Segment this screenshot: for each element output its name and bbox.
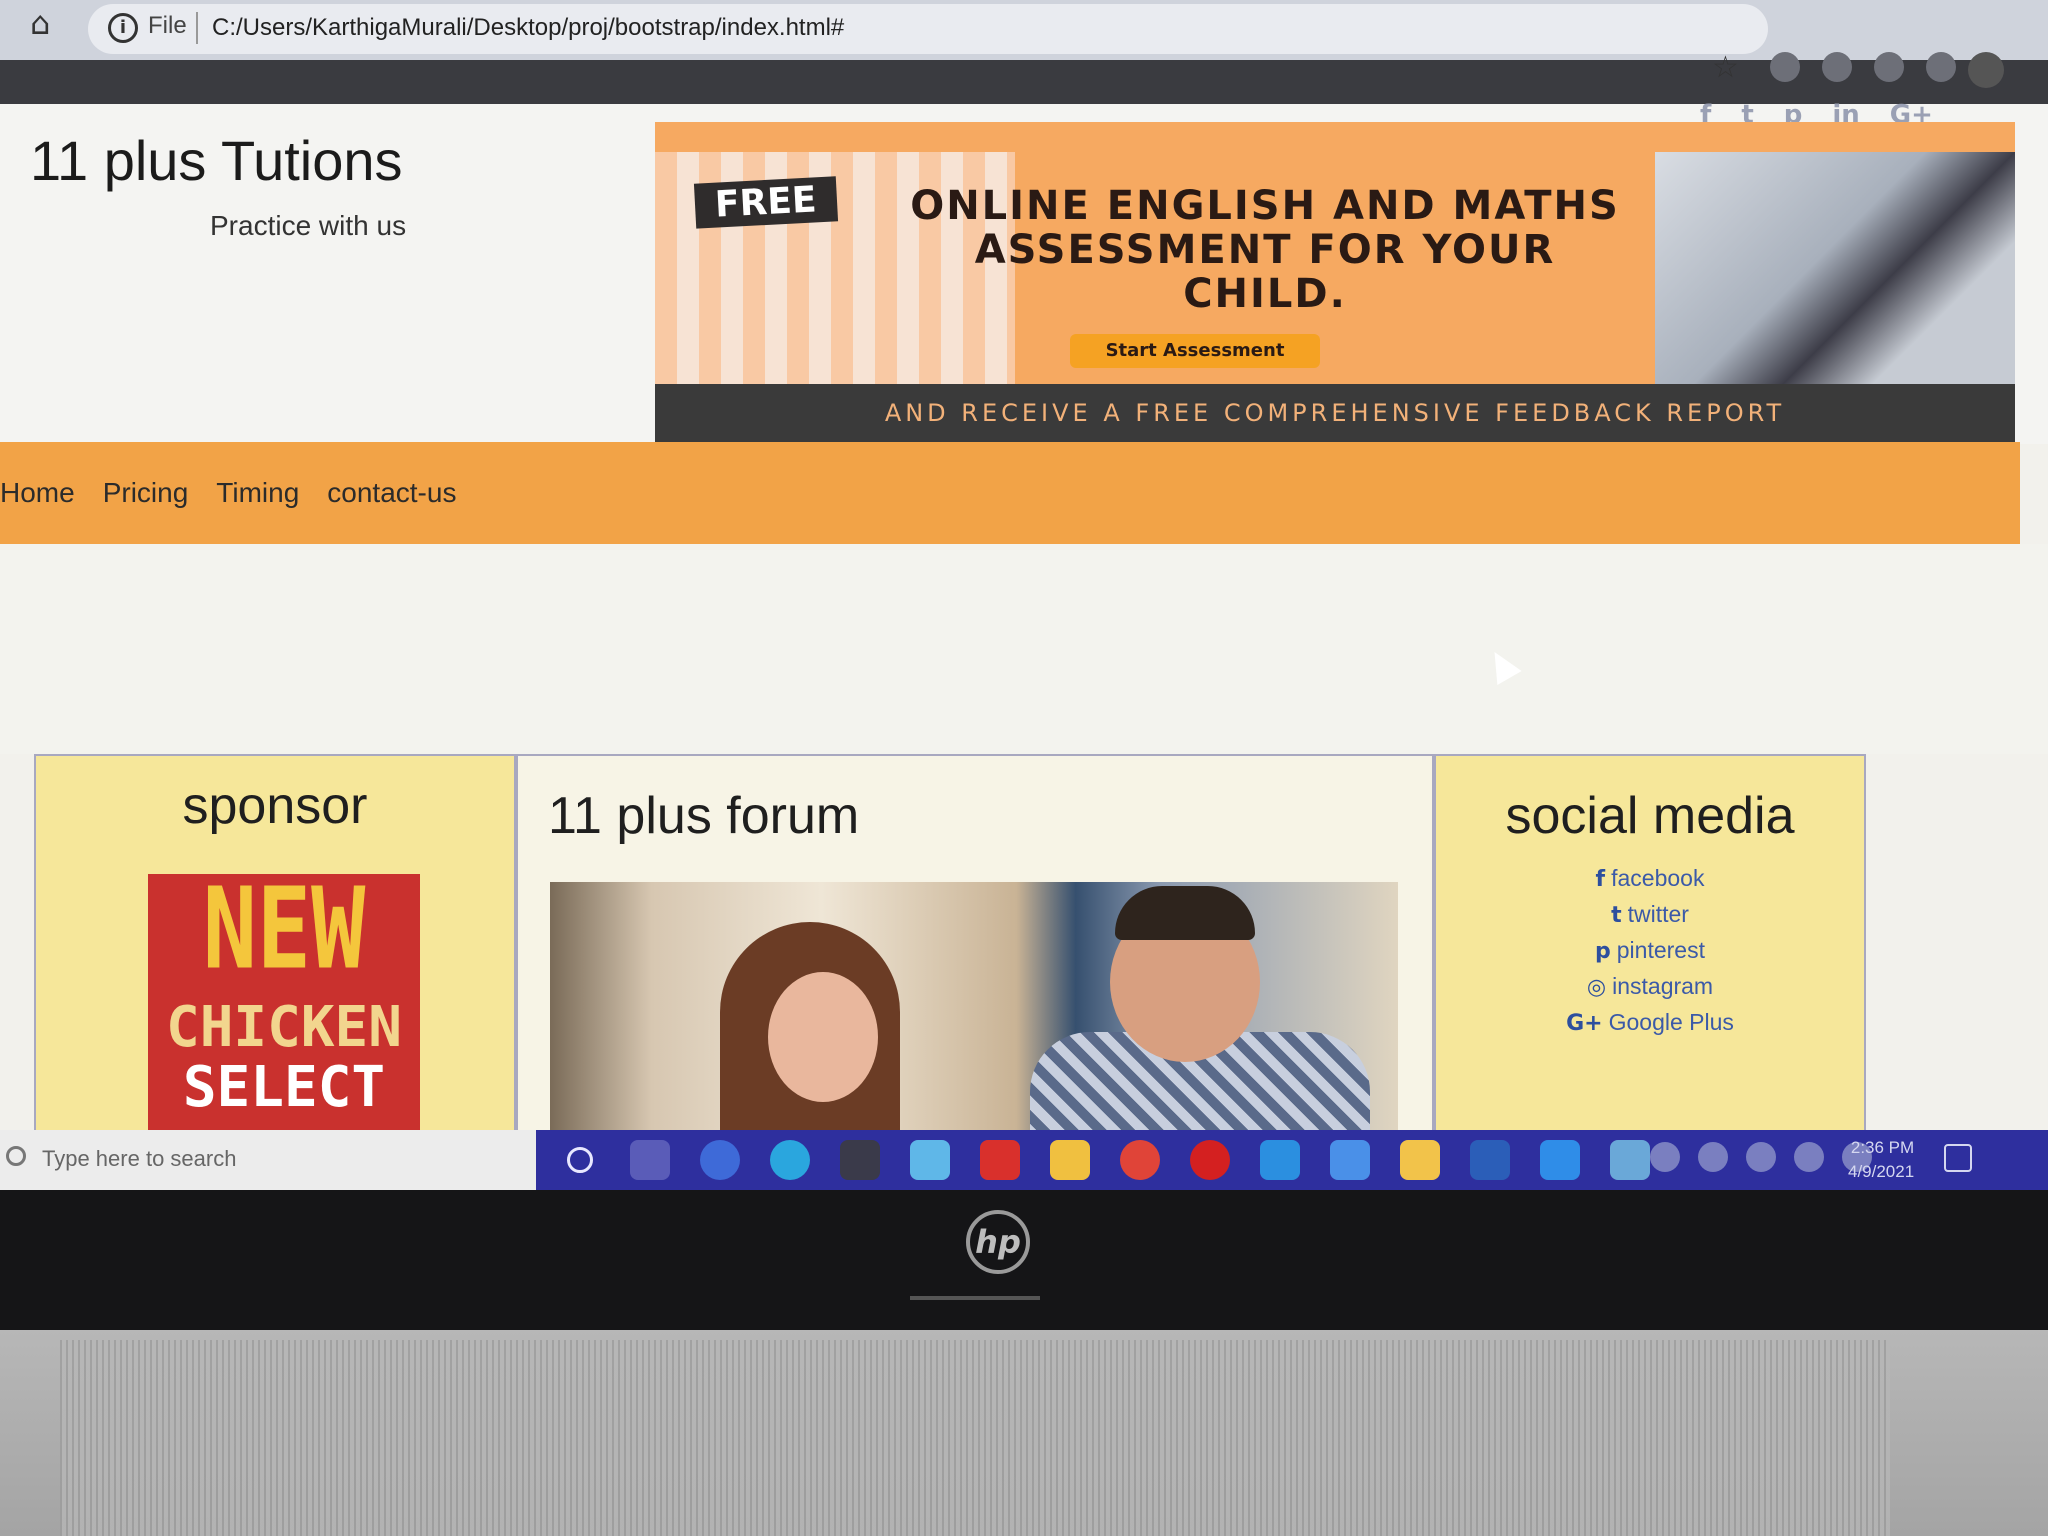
nav-pricing[interactable]: Pricing <box>103 477 189 509</box>
banner-headline: ONLINE ENGLISH AND MATHS ASSESSMENT FOR … <box>910 183 1620 317</box>
social-link-label: Google Plus <box>1608 1009 1734 1035</box>
app-icon[interactable] <box>910 1140 950 1180</box>
url-text[interactable]: C:/Users/KarthigaMurali/Desktop/proj/boo… <box>212 14 844 42</box>
clock-date: 4/9/2021 <box>1848 1162 1915 1181</box>
site-topbar <box>0 60 2048 104</box>
network-app-icon[interactable] <box>1260 1140 1300 1180</box>
taskbar-apps <box>560 1140 1650 1180</box>
promo-banner[interactable]: FREE ONLINE ENGLISH AND MATHS ASSESSMENT… <box>655 122 2015 442</box>
sponsor-ad-image[interactable]: NEW CHICKEN SELECT <box>148 869 420 1132</box>
bookmark-star-icon[interactable]: ☆ <box>1712 50 1739 85</box>
social-link-instagram[interactable]: ◎ instagram <box>1436 968 1864 1004</box>
bezel-hinge <box>910 1296 1040 1300</box>
photo: ⌂ i File C:/Users/KarthigaMurali/Desktop… <box>0 0 2048 1536</box>
notification-icon[interactable] <box>1944 1144 1972 1172</box>
address-bar[interactable]: i File C:/Users/KarthigaMurali/Desktop/p… <box>88 4 1768 54</box>
search-icon <box>6 1146 26 1166</box>
laptop-screen: ⌂ i File C:/Users/KarthigaMurali/Desktop… <box>0 0 2048 1190</box>
help-icon[interactable] <box>1650 1142 1680 1172</box>
banner-footer-strip: AND RECEIVE A FREE COMPREHENSIVE FEEDBAC… <box>655 384 2015 442</box>
extension-icon[interactable] <box>1822 52 1852 82</box>
extension-icon[interactable] <box>1874 52 1904 82</box>
profile-icon[interactable] <box>1968 52 2004 88</box>
site-subtitle: Practice with us <box>210 210 407 241</box>
facebook-icon: f <box>1595 867 1606 892</box>
zoom-icon[interactable] <box>1330 1140 1370 1180</box>
ad-text-chicken: CHICKEN <box>165 995 402 1060</box>
file-label: File <box>148 12 187 39</box>
info-icon[interactable]: i <box>108 13 138 43</box>
forum-image-girl-face <box>768 972 878 1102</box>
social-link-facebook[interactable]: f facebook <box>1436 860 1864 896</box>
divider <box>196 12 198 44</box>
social-link-label: instagram <box>1612 973 1714 999</box>
nav-contact-us[interactable]: contact-us <box>327 477 456 509</box>
nav-home[interactable]: Home <box>0 477 75 509</box>
social-link-label: facebook <box>1611 865 1705 891</box>
sponsor-card: sponsor NEW CHICKEN SELECT <box>34 754 516 1134</box>
social-link-google-plus[interactable]: G+ Google Plus <box>1436 1004 1864 1040</box>
clock-time: 2:36 PM <box>1850 1138 1915 1157</box>
edge-icon[interactable] <box>770 1140 810 1180</box>
speaker-grille <box>60 1340 1890 1536</box>
taskbar-search[interactable]: Type here to search <box>0 1130 536 1190</box>
instagram-icon: ◎ <box>1586 975 1607 1000</box>
battery-icon[interactable] <box>1794 1142 1824 1172</box>
extension-icon[interactable] <box>1926 52 1956 82</box>
hp-logo-icon: hp <box>966 1210 1030 1274</box>
file-explorer-icon[interactable] <box>1400 1140 1440 1180</box>
extension-icons <box>1770 52 1956 82</box>
social-media-card: social media f facebook t twitter p pintere… <box>1434 754 1866 1134</box>
chrome-icon[interactable] <box>1120 1140 1160 1180</box>
word-icon[interactable] <box>1470 1140 1510 1180</box>
home-icon[interactable]: ⌂ <box>30 4 50 42</box>
forum-image-man-hair <box>1115 886 1255 940</box>
windows-taskbar: Type here to search 2:36 PM 4/9/2021 <box>0 1130 2048 1190</box>
chevron-up-icon[interactable] <box>1698 1142 1728 1172</box>
twitter-icon: t <box>1611 903 1622 928</box>
content-spacer <box>0 544 2048 754</box>
banner-photo <box>1655 152 2015 392</box>
task-view-icon[interactable] <box>630 1140 670 1180</box>
system-tray <box>1650 1142 1872 1172</box>
sponsor-heading: sponsor <box>182 777 368 835</box>
social-link-twitter[interactable]: t twitter <box>1436 896 1864 932</box>
social-link-label: twitter <box>1627 901 1689 927</box>
ad-text-select: SELECT <box>182 1055 386 1120</box>
start-assessment-button[interactable]: Start Assessment <box>1070 334 1320 368</box>
ad-text-new: NEW <box>202 863 366 995</box>
forum-heading: 11 plus forum <box>548 787 860 845</box>
extension-icon[interactable] <box>1770 52 1800 82</box>
store-icon[interactable] <box>1050 1140 1090 1180</box>
cortana-icon[interactable] <box>567 1147 593 1173</box>
camera-app-icon[interactable] <box>840 1140 880 1180</box>
google-plus-icon: G+ <box>1566 1011 1603 1036</box>
browser-toolbar: ⌂ i File C:/Users/KarthigaMurali/Desktop… <box>0 0 2048 60</box>
photos-icon[interactable] <box>1610 1140 1650 1180</box>
site-title: 11 plus Tutions <box>30 129 403 192</box>
acrobat-icon[interactable] <box>980 1140 1020 1180</box>
free-tag: FREE <box>693 176 838 229</box>
forum-card: 11 plus forum <box>516 754 1434 1134</box>
nav-timing[interactable]: Timing <box>216 477 299 509</box>
wifi-icon[interactable] <box>1746 1142 1776 1172</box>
pinterest-icon: p <box>1595 939 1611 964</box>
taskbar-clock[interactable]: 2:36 PM 4/9/2021 <box>1848 1136 1914 1184</box>
opera-icon[interactable] <box>1190 1140 1230 1180</box>
main-nav: Home Pricing Timing contact-us <box>0 442 2020 544</box>
social-links: f facebook t twitter p pinterest ◎ instagram… <box>1436 860 1864 1040</box>
hp-app-icon[interactable] <box>700 1140 740 1180</box>
search-input[interactable]: Type here to search <box>42 1146 236 1172</box>
forum-image <box>550 882 1398 1132</box>
social-link-pinterest[interactable]: p pinterest <box>1436 932 1864 968</box>
social-link-label: pinterest <box>1616 937 1705 963</box>
vscode-icon[interactable] <box>1540 1140 1580 1180</box>
social-heading: social media <box>1505 787 1795 845</box>
